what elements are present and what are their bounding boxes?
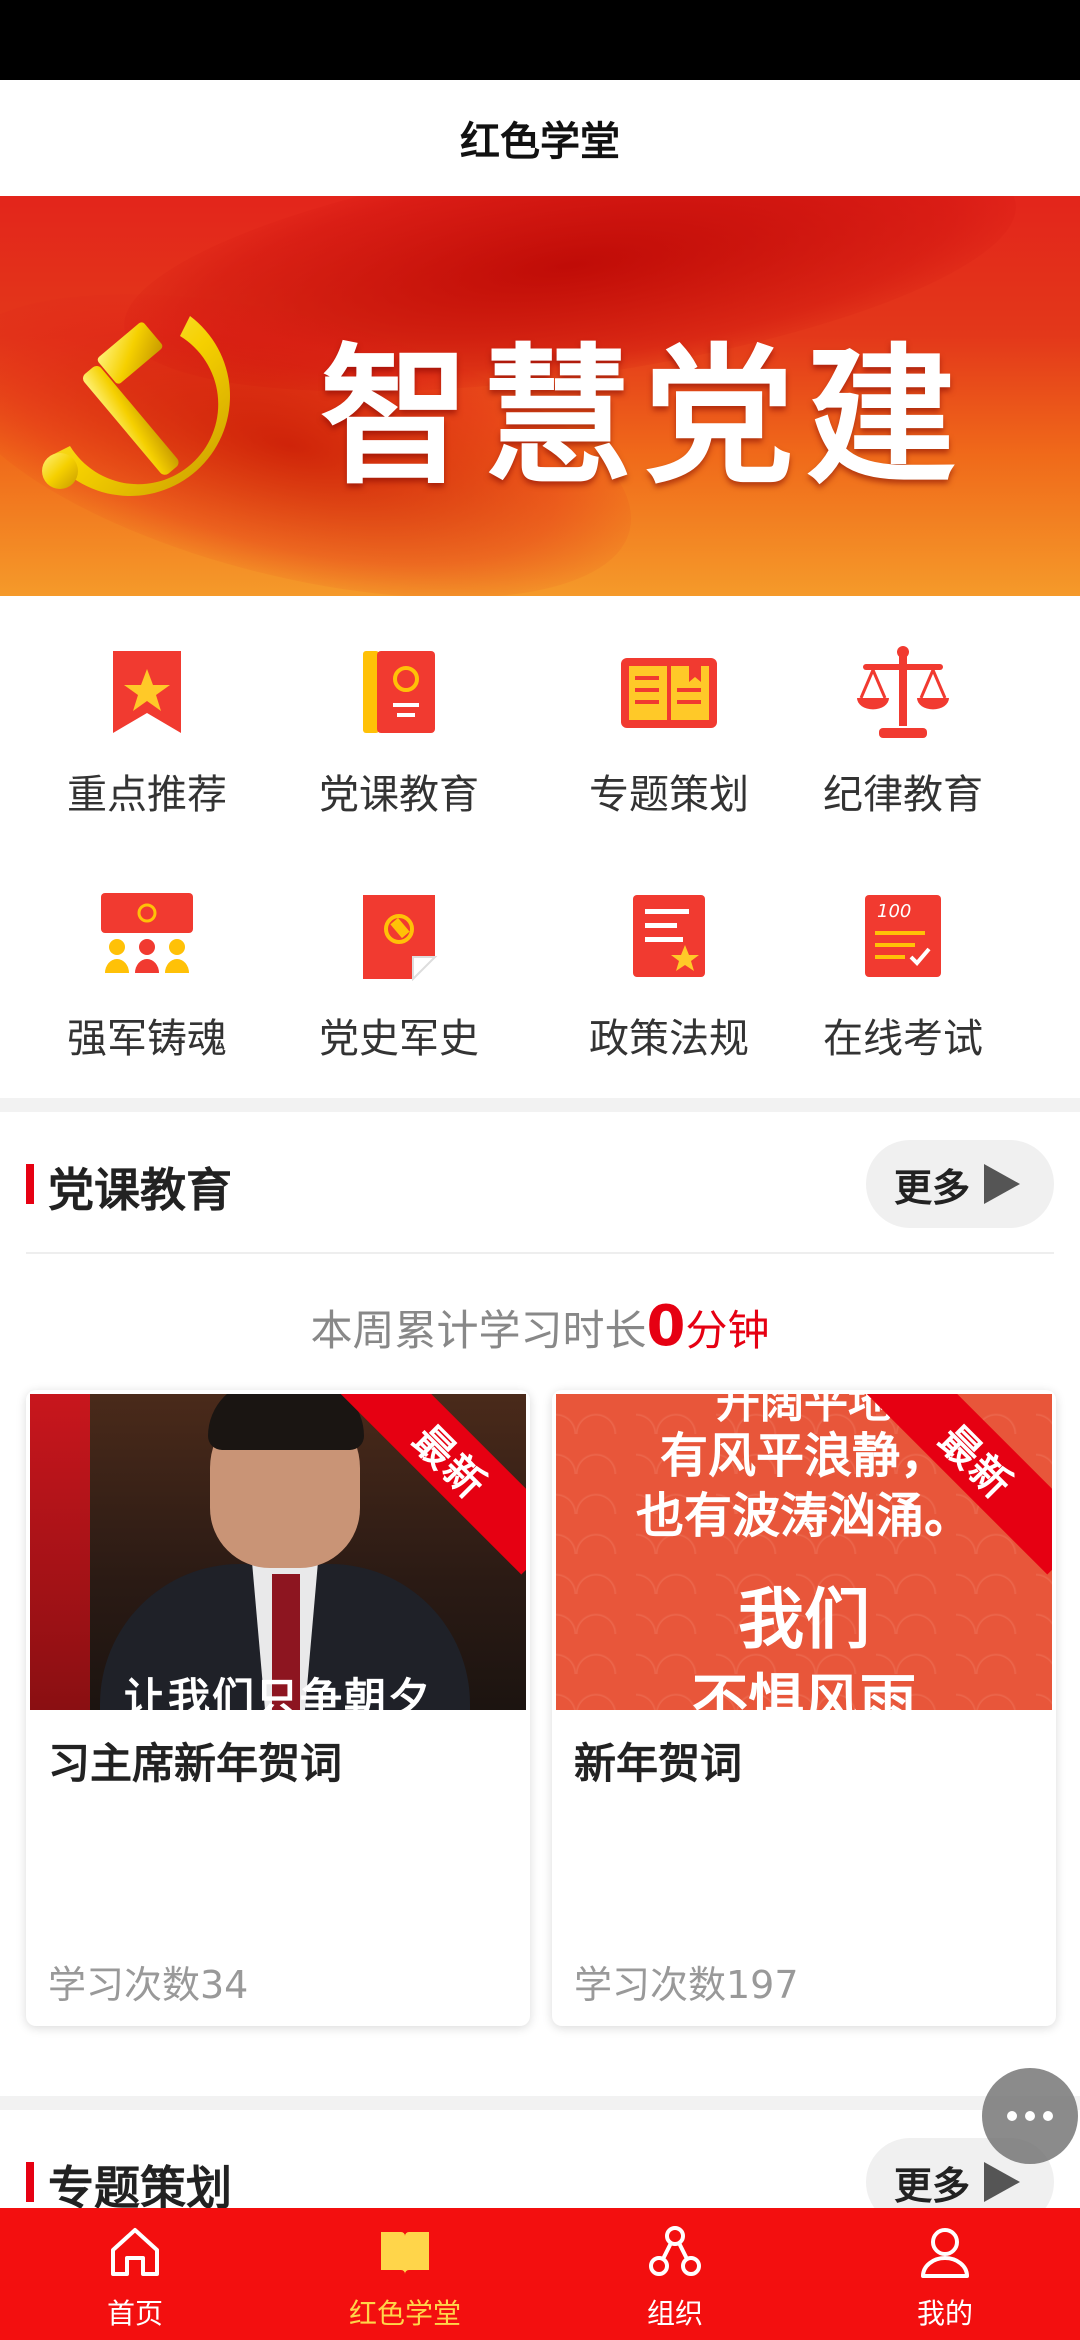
study-count: 学习次数197 xyxy=(574,1963,799,2007)
open-book-icon xyxy=(614,640,724,744)
study-time-prefix: 本周累计学习时长 xyxy=(310,1306,647,1355)
party-document-icon xyxy=(344,884,454,988)
grid-item-label: 强军铸魂 xyxy=(67,1016,227,1062)
grid-item-party-history[interactable]: 党史军史 xyxy=(264,844,534,1064)
badge-label: 最新 xyxy=(403,1416,496,1509)
section-accent-bar xyxy=(26,2162,34,2202)
course-thumbnail: 让我们只争朝夕 最新 xyxy=(30,1394,526,1710)
course-title: 习主席新年贺词 xyxy=(48,1739,343,1788)
section-header-party-lesson: 党课教育 更多 xyxy=(0,1120,1080,1240)
party-book-icon xyxy=(344,640,454,744)
section-title: 党课教育 xyxy=(48,1163,232,1217)
weekly-study-time: 本周累计学习时长0分钟 xyxy=(0,1294,1080,1359)
dot xyxy=(1007,2111,1017,2121)
grid-item-policy[interactable]: 政策法规 xyxy=(534,844,804,1064)
thumbnail-text-line: 不惧风雨 xyxy=(692,1668,916,1710)
play-triangle-icon xyxy=(984,2162,1021,2202)
play-triangle-icon xyxy=(984,1164,1021,1204)
thumbnail-caption: 让我们只争朝夕 xyxy=(123,1674,432,1710)
policy-document-icon xyxy=(614,884,724,988)
tab-organization[interactable]: 组织 xyxy=(540,2208,810,2340)
home-icon xyxy=(105,2222,165,2282)
banner-title: 智慧党建 xyxy=(320,329,969,505)
grid-item-special-topic[interactable]: 专题策划 xyxy=(534,600,804,820)
grid-item-label: 政策法规 xyxy=(589,1016,749,1062)
more-label: 更多 xyxy=(894,1165,971,1210)
meeting-icon xyxy=(92,884,202,988)
star-bookmark-icon xyxy=(92,640,202,744)
grid-item-label: 党史军史 xyxy=(319,1016,479,1062)
study-time-unit: 分钟 xyxy=(685,1306,770,1355)
page-title: 红色学堂 xyxy=(460,119,620,165)
newest-badge: 最新 xyxy=(337,1394,526,1575)
study-count: 学习次数34 xyxy=(48,1963,249,2007)
exam-icon: 100 xyxy=(848,884,958,988)
app-header: 红色学堂 xyxy=(0,80,1080,196)
study-time-value: 0 xyxy=(646,1294,686,1359)
svg-text:100: 100 xyxy=(877,901,911,922)
course-card[interactable]: 开阔平地 有风平浪静， 也有波涛汹涌。 我们 不惧风雨 最新 新年贺词 学习次数… xyxy=(552,1390,1056,2026)
bottom-tab-bar: 首页 红色学堂 组织 我的 xyxy=(0,2208,1080,2340)
more-label: 更多 xyxy=(894,2163,971,2208)
tab-label: 我的 xyxy=(916,2297,973,2330)
person-graphic xyxy=(208,1394,364,1450)
status-bar xyxy=(0,0,1080,80)
banner[interactable]: 智慧党建 xyxy=(0,196,1080,596)
hammer-sickle-emblem xyxy=(42,316,231,497)
grid-item-label: 在线考试 xyxy=(823,1016,983,1062)
grid-item-discipline[interactable]: 纪律教育 xyxy=(768,600,1038,820)
grid-item-label: 纪律教育 xyxy=(823,772,983,818)
more-button[interactable]: 更多 xyxy=(866,1140,1054,1228)
course-card[interactable]: 让我们只争朝夕 最新 习主席新年贺词 学习次数34 xyxy=(26,1390,530,2026)
tab-mine[interactable]: 我的 xyxy=(810,2208,1080,2340)
grid-item-label: 重点推荐 xyxy=(67,772,227,818)
grid-item-recommend[interactable]: 重点推荐 xyxy=(12,600,282,820)
grid-item-army-soul[interactable]: 强军铸魂 xyxy=(12,844,282,1064)
tab-label: 首页 xyxy=(106,2297,163,2330)
tab-label: 红色学堂 xyxy=(348,2297,461,2330)
organization-icon xyxy=(645,2222,705,2282)
tab-home[interactable]: 首页 xyxy=(0,2208,270,2340)
tab-red-school[interactable]: 红色学堂 xyxy=(270,2208,540,2340)
grid-item-label: 专题策划 xyxy=(589,772,749,818)
book-icon xyxy=(375,2222,435,2282)
flag-graphic xyxy=(30,1394,90,1710)
grid-item-online-exam[interactable]: 100 在线考试 xyxy=(768,844,1038,1064)
thumbnail-text-line: 我们 xyxy=(738,1580,870,1658)
section-accent-bar xyxy=(26,1164,34,1204)
user-icon xyxy=(915,2222,975,2282)
section-divider xyxy=(0,1098,1080,1112)
grid-item-party-lesson[interactable]: 党课教育 xyxy=(264,600,534,820)
section-divider xyxy=(0,2096,1080,2110)
dot xyxy=(1043,2111,1053,2121)
divider-line xyxy=(26,1252,1054,1254)
floating-menu-button[interactable] xyxy=(982,2068,1078,2164)
grid-item-label: 党课教育 xyxy=(319,772,479,818)
scales-icon xyxy=(848,640,958,744)
feature-grid: 重点推荐 党课教育 专题策划 纪律教育 强军铸魂 党史军史 政策法规 100 在… xyxy=(0,600,1080,1100)
tab-label: 组织 xyxy=(646,2297,703,2330)
dot xyxy=(1025,2111,1035,2121)
course-title: 新年贺词 xyxy=(574,1739,743,1788)
course-thumbnail: 开阔平地 有风平浪静， 也有波涛汹涌。 我们 不惧风雨 最新 xyxy=(556,1394,1052,1710)
